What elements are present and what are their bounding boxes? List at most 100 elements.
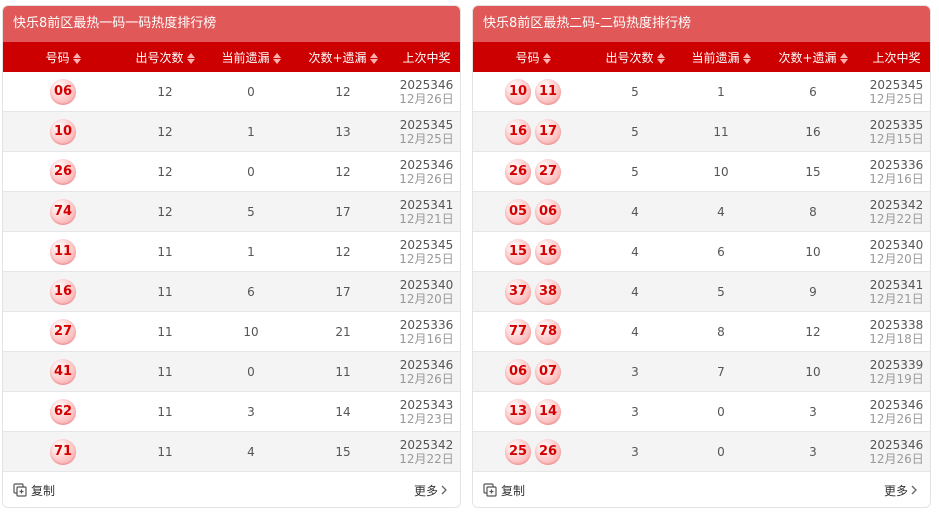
issue-number: 2025336 bbox=[399, 317, 454, 332]
miss-cell: 4 bbox=[677, 191, 765, 232]
win-date: 12月26日 bbox=[399, 91, 454, 106]
number-ball: 27 bbox=[50, 318, 76, 345]
last-win-cell: 2025345 12月25日 bbox=[391, 231, 460, 272]
header-sum[interactable]: 次数+遗漏 bbox=[295, 42, 391, 72]
win-date: 12月16日 bbox=[399, 331, 454, 346]
count-cell: 11 bbox=[123, 311, 207, 352]
count-cell: 4 bbox=[593, 271, 677, 312]
right-ranking-panel: 快乐8前区最热二码-二码热度排行榜 号码 出号次数 当前遗漏 次数+遗漏 上次中… bbox=[472, 5, 931, 508]
miss-cell: 3 bbox=[207, 391, 295, 432]
header-miss[interactable]: 当前遗漏 bbox=[207, 42, 295, 72]
sum-cell: 12 bbox=[295, 72, 391, 112]
number-ball: 07 bbox=[535, 358, 561, 385]
number-cell: 62 bbox=[3, 391, 123, 432]
issue-number: 2025343 bbox=[399, 397, 454, 412]
table-row: 41 11 0 11 2025346 12月26日 bbox=[3, 351, 460, 392]
number-cell: 13 14 bbox=[473, 391, 593, 432]
table-row: 16 17 5 11 16 2025335 12月15日 bbox=[473, 111, 930, 152]
header-sum[interactable]: 次数+遗漏 bbox=[765, 42, 861, 72]
last-win-cell: 2025336 12月16日 bbox=[861, 151, 930, 192]
miss-cell: 0 bbox=[207, 151, 295, 192]
number-cell: 74 bbox=[3, 191, 123, 232]
last-win-cell: 2025340 12月20日 bbox=[391, 271, 460, 312]
sort-icon[interactable] bbox=[72, 52, 81, 64]
sum-cell: 15 bbox=[295, 431, 391, 472]
last-win-cell: 2025341 12月21日 bbox=[391, 191, 460, 232]
count-cell: 4 bbox=[593, 231, 677, 272]
number-ball: 41 bbox=[50, 358, 76, 385]
copy-label: 复制 bbox=[31, 483, 56, 498]
header-count[interactable]: 出号次数 bbox=[593, 42, 677, 72]
win-date: 12月26日 bbox=[399, 171, 454, 186]
header-number[interactable]: 号码 bbox=[473, 42, 593, 72]
number-ball: 06 bbox=[535, 198, 561, 225]
sum-cell: 13 bbox=[295, 111, 391, 152]
number-ball: 16 bbox=[535, 238, 561, 265]
copy-button[interactable]: 复制 bbox=[13, 482, 55, 499]
table-row: 06 07 3 7 10 2025339 12月19日 bbox=[473, 351, 930, 392]
last-win-cell: 2025346 12月26日 bbox=[861, 431, 930, 472]
number-ball: 17 bbox=[535, 118, 561, 145]
number-ball: 16 bbox=[505, 118, 531, 145]
copy-button[interactable]: 复制 bbox=[483, 482, 525, 499]
last-win-cell: 2025343 12月23日 bbox=[391, 391, 460, 432]
copy-icon bbox=[483, 483, 497, 497]
miss-cell: 10 bbox=[677, 151, 765, 192]
chevron-right-icon bbox=[441, 485, 447, 495]
sort-icon[interactable] bbox=[656, 52, 665, 64]
miss-cell: 0 bbox=[677, 391, 765, 432]
sort-icon[interactable] bbox=[186, 52, 195, 64]
table-row: 74 12 5 17 2025341 12月21日 bbox=[3, 191, 460, 232]
last-win-cell: 2025341 12月21日 bbox=[861, 271, 930, 312]
count-cell: 12 bbox=[123, 151, 207, 192]
miss-cell: 1 bbox=[677, 72, 765, 112]
issue-number: 2025345 bbox=[869, 77, 924, 92]
number-ball: 13 bbox=[505, 398, 531, 425]
header-number[interactable]: 号码 bbox=[3, 42, 123, 72]
sum-cell: 12 bbox=[765, 311, 861, 352]
number-cell: 77 78 bbox=[473, 311, 593, 352]
number-ball: 25 bbox=[505, 438, 531, 465]
win-date: 12月23日 bbox=[399, 411, 454, 426]
sum-cell: 12 bbox=[295, 231, 391, 272]
win-date: 12月22日 bbox=[869, 211, 924, 226]
last-win-cell: 2025335 12月15日 bbox=[861, 111, 930, 152]
miss-cell: 0 bbox=[677, 431, 765, 472]
win-date: 12月20日 bbox=[869, 251, 924, 266]
header-count[interactable]: 出号次数 bbox=[123, 42, 207, 72]
number-cell: 16 17 bbox=[473, 111, 593, 152]
number-ball: 77 bbox=[505, 318, 531, 345]
more-label: 更多 bbox=[883, 483, 908, 498]
number-ball: 16 bbox=[50, 278, 76, 305]
count-cell: 12 bbox=[123, 72, 207, 112]
issue-number: 2025342 bbox=[399, 437, 454, 452]
panel-footer: 复制 更多 bbox=[473, 473, 930, 507]
count-cell: 5 bbox=[593, 72, 677, 112]
win-date: 12月26日 bbox=[869, 451, 924, 466]
number-ball: 11 bbox=[535, 78, 561, 105]
copy-icon bbox=[13, 483, 27, 497]
number-ball: 11 bbox=[50, 238, 76, 265]
sum-cell: 9 bbox=[765, 271, 861, 312]
header-miss[interactable]: 当前遗漏 bbox=[677, 42, 765, 72]
issue-number: 2025342 bbox=[869, 197, 924, 212]
number-ball: 10 bbox=[505, 78, 531, 105]
last-win-cell: 2025345 12月25日 bbox=[861, 72, 930, 112]
last-win-cell: 2025339 12月19日 bbox=[861, 351, 930, 392]
more-link[interactable]: 更多 bbox=[414, 482, 448, 499]
win-date: 12月22日 bbox=[399, 451, 454, 466]
sort-icon[interactable] bbox=[742, 52, 751, 64]
sort-icon[interactable] bbox=[369, 52, 378, 64]
miss-cell: 0 bbox=[207, 351, 295, 392]
sort-icon[interactable] bbox=[272, 52, 281, 64]
sort-icon[interactable] bbox=[542, 52, 551, 64]
win-date: 12月20日 bbox=[399, 291, 454, 306]
sum-cell: 8 bbox=[765, 191, 861, 232]
number-cell: 11 bbox=[3, 231, 123, 272]
more-label: 更多 bbox=[413, 483, 438, 498]
win-date: 12月18日 bbox=[869, 331, 924, 346]
miss-cell: 5 bbox=[677, 271, 765, 312]
table-row: 77 78 4 8 12 2025338 12月18日 bbox=[473, 311, 930, 352]
sort-icon[interactable] bbox=[839, 52, 848, 64]
more-link[interactable]: 更多 bbox=[884, 482, 918, 499]
